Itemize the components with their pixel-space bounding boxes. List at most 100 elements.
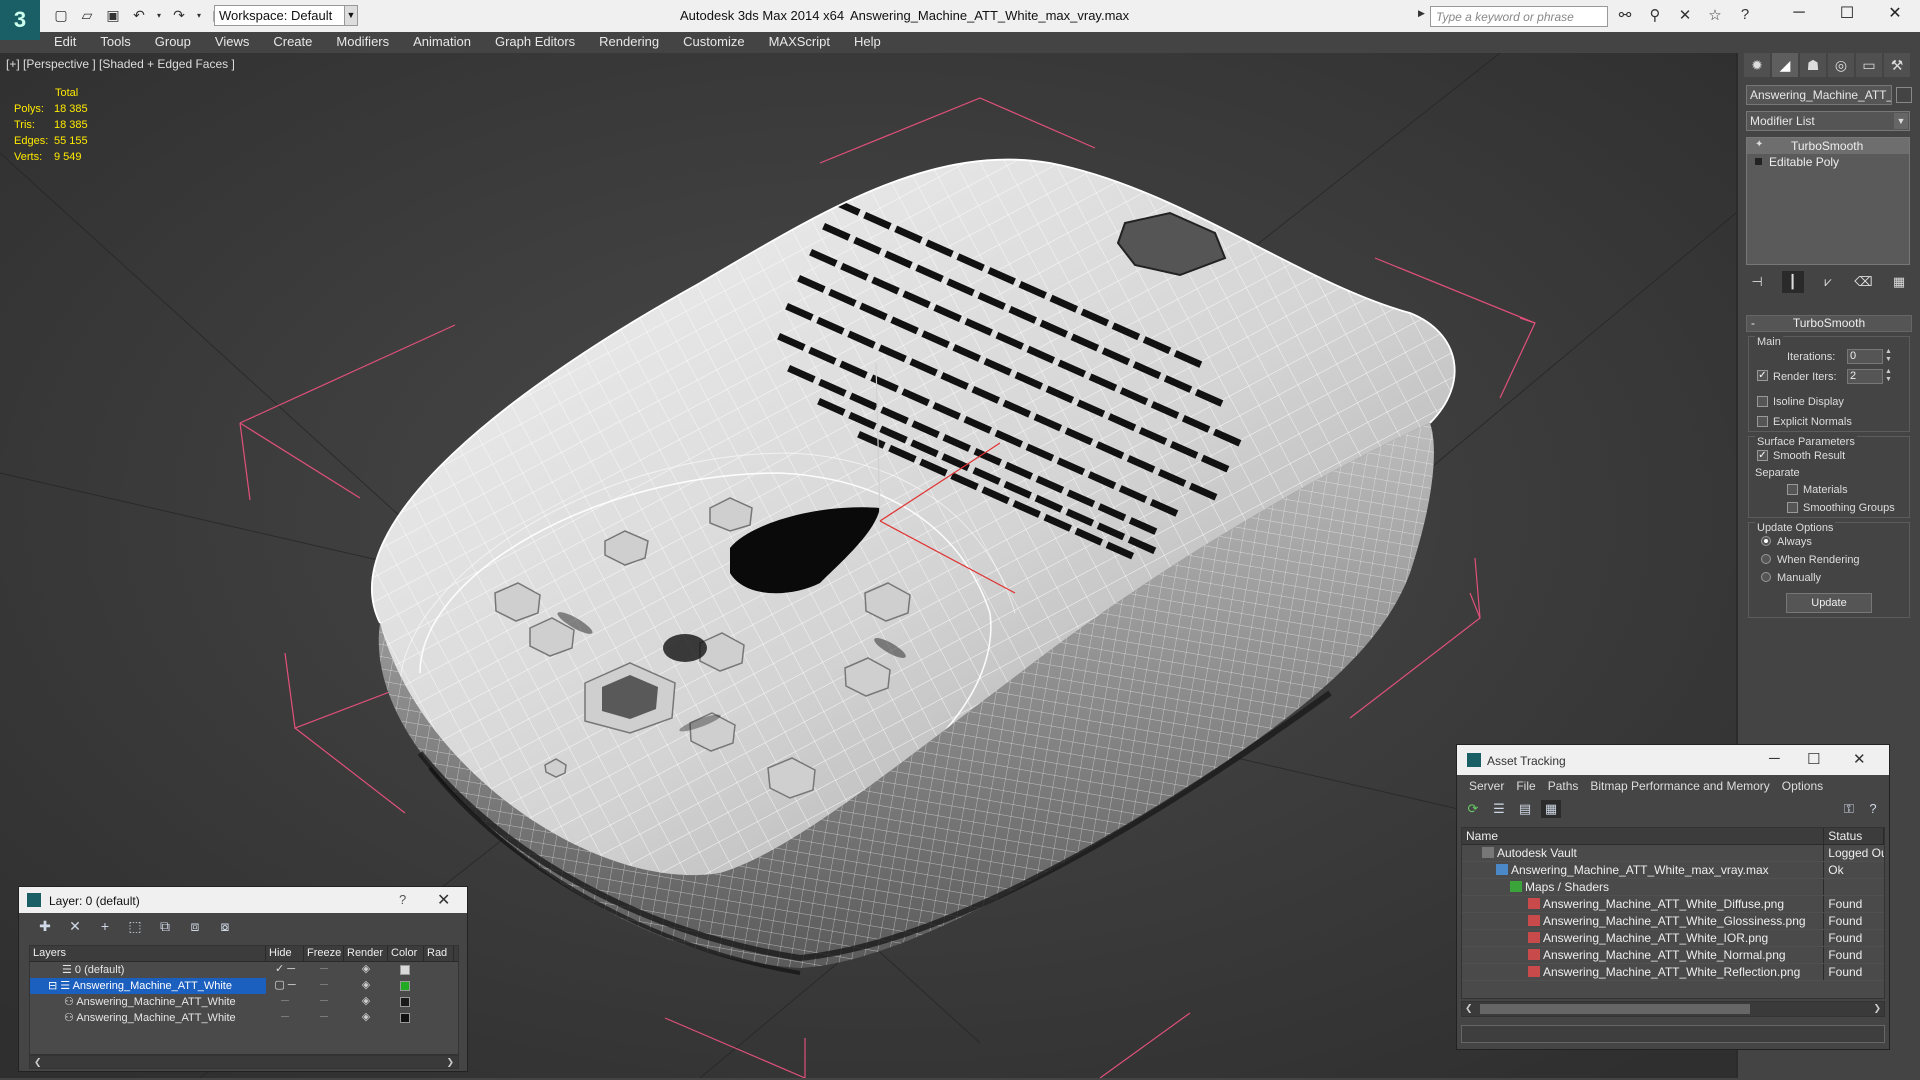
update-button[interactable]: Update bbox=[1786, 593, 1872, 613]
menu-maxscript[interactable]: MAXScript bbox=[757, 32, 842, 53]
render-toggle-icon[interactable]: ◈ bbox=[344, 978, 388, 994]
asset-row[interactable]: Answering_Machine_ATT_White_Normal.png F… bbox=[1462, 947, 1884, 964]
create-tab-icon[interactable]: ✹ bbox=[1744, 53, 1770, 77]
render-toggle-icon[interactable]: ◈ bbox=[344, 994, 388, 1010]
open-file-icon[interactable]: ▱ bbox=[76, 4, 98, 26]
minimize-icon[interactable]: ─ bbox=[1769, 750, 1780, 767]
object-color-swatch[interactable] bbox=[1896, 87, 1912, 103]
asset-menu-server[interactable]: Server bbox=[1463, 779, 1510, 793]
layer-row[interactable]: ⊟ ☰ Answering_Machine_ATT_White ▢ ─ ─ ◈ bbox=[30, 978, 458, 994]
asset-row[interactable]: Answering_Machine_ATT_White_Diffuse.png … bbox=[1462, 896, 1884, 913]
col-status[interactable]: Status bbox=[1824, 828, 1884, 844]
rollout-header[interactable]: - TurboSmooth bbox=[1746, 315, 1912, 332]
col-freeze[interactable]: Freeze bbox=[304, 946, 344, 961]
menu-customize[interactable]: Customize bbox=[671, 32, 756, 53]
list-view-icon[interactable]: ☰ bbox=[1489, 800, 1509, 818]
undo-dropdown-icon[interactable]: ▾ bbox=[154, 4, 164, 26]
modify-tab-icon[interactable]: ◢ bbox=[1772, 53, 1798, 77]
menu-help[interactable]: Help bbox=[842, 32, 893, 53]
collapse-icon[interactable]: - bbox=[1751, 316, 1755, 331]
scroll-left-icon[interactable]: ❮ bbox=[1465, 1003, 1473, 1014]
menu-edit[interactable]: Edit bbox=[40, 32, 88, 53]
menu-graph-editors[interactable]: Graph Editors bbox=[483, 32, 587, 53]
pin-stack-icon[interactable]: ⊣ bbox=[1746, 271, 1768, 293]
new-file-icon[interactable]: ▢ bbox=[50, 4, 72, 26]
table-view-icon[interactable]: ▦ bbox=[1541, 800, 1561, 818]
menu-modifiers[interactable]: Modifiers bbox=[324, 32, 401, 53]
asset-path-field[interactable] bbox=[1461, 1025, 1885, 1043]
layer-color-swatch[interactable] bbox=[400, 997, 410, 1007]
asset-menu-paths[interactable]: Paths bbox=[1542, 779, 1585, 793]
thumbnail-view-icon[interactable]: ▤ bbox=[1515, 800, 1535, 818]
layer-horizontal-scrollbar[interactable]: ❮ ❯ bbox=[29, 1055, 459, 1069]
subscription-icon[interactable]: ⚲ bbox=[1644, 6, 1666, 26]
viewport-label[interactable]: [+] [Perspective ] [Shaded + Edged Faces… bbox=[6, 57, 235, 71]
display-tab-icon[interactable]: ▭ bbox=[1856, 53, 1882, 77]
scroll-right-icon[interactable]: ❯ bbox=[1873, 1003, 1881, 1014]
select-objects-icon[interactable]: ⬚ bbox=[123, 915, 147, 937]
close-icon[interactable]: ✕ bbox=[1871, 0, 1919, 26]
hide-toggle[interactable]: ─ bbox=[266, 1010, 304, 1026]
hide-toggle[interactable]: ▢ ─ bbox=[266, 978, 304, 994]
render-iters-spin-arrows-icon[interactable]: ▲ ▼ bbox=[1885, 368, 1892, 384]
hide-toggle[interactable]: ─ bbox=[266, 994, 304, 1010]
redo-icon[interactable]: ↷ bbox=[168, 4, 190, 26]
menu-tools[interactable]: Tools bbox=[88, 32, 142, 53]
object-name-input[interactable]: Answering_Machine_ATT_Wh bbox=[1746, 85, 1892, 105]
hierarchy-tab-icon[interactable]: ☗ bbox=[1800, 53, 1826, 77]
search-input[interactable]: Type a keyword or phrase bbox=[1430, 6, 1608, 27]
asset-help-icon[interactable]: ? bbox=[1863, 800, 1883, 818]
materials-checkbox[interactable] bbox=[1787, 484, 1798, 495]
asset-menu-bitmap-performance[interactable]: Bitmap Performance and Memory bbox=[1584, 779, 1775, 793]
select-layer-icon[interactable]: ⧉ bbox=[153, 915, 177, 937]
motion-tab-icon[interactable]: ◎ bbox=[1828, 53, 1854, 77]
search-expand-icon[interactable]: ▶ bbox=[1418, 8, 1425, 19]
scroll-left-icon[interactable]: ❮ bbox=[34, 1057, 42, 1068]
layer-row[interactable]: ⚇ Answering_Machine_ATT_White ─ ─ ◈ bbox=[30, 1010, 458, 1026]
hide-freeze-all-icon[interactable]: ⧇ bbox=[213, 915, 237, 937]
freeze-toggle[interactable]: ─ bbox=[304, 978, 344, 994]
explicit-normals-checkbox[interactable] bbox=[1757, 416, 1768, 427]
render-toggle-icon[interactable]: ◈ bbox=[344, 1010, 388, 1026]
save-file-icon[interactable]: ▣ bbox=[102, 4, 124, 26]
configure-sets-icon[interactable]: ▦ bbox=[1888, 271, 1910, 293]
render-iters-spinner[interactable]: 2 bbox=[1847, 369, 1883, 384]
minimize-icon[interactable]: ─ bbox=[1775, 0, 1823, 26]
col-layers[interactable]: Layers bbox=[30, 946, 266, 961]
layer-row[interactable]: ⚇ Answering_Machine_ATT_White ─ ─ ◈ bbox=[30, 994, 458, 1010]
asset-row[interactable]: Answering_Machine_ATT_White_Glossiness.p… bbox=[1462, 913, 1884, 930]
layer-row[interactable]: ☰ 0 (default) ✓ ─ ─ ◈ bbox=[30, 962, 458, 978]
asset-menu-options[interactable]: Options bbox=[1776, 779, 1829, 793]
col-name[interactable]: Name bbox=[1462, 828, 1825, 844]
asset-menu-file[interactable]: File bbox=[1510, 779, 1541, 793]
render-iters-checkbox[interactable]: ✓ bbox=[1757, 370, 1768, 381]
menu-animation[interactable]: Animation bbox=[401, 32, 483, 53]
maximize-icon[interactable]: ☐ bbox=[1807, 750, 1820, 768]
add-to-layer-icon[interactable]: + bbox=[93, 915, 117, 937]
create-layer-icon[interactable]: ✚ bbox=[33, 915, 57, 937]
layer-window-titlebar[interactable]: Layer: 0 (default) ? ✕ bbox=[19, 887, 467, 913]
delete-layer-icon[interactable]: ✕ bbox=[63, 915, 87, 937]
chevron-down-icon[interactable]: ▼ bbox=[1894, 113, 1908, 129]
vault-login-icon[interactable]: ⚿ bbox=[1839, 800, 1859, 818]
iterations-spinner[interactable]: 0 bbox=[1847, 349, 1883, 364]
smooth-result-checkbox[interactable]: ✓ bbox=[1757, 450, 1768, 461]
isoline-checkbox[interactable] bbox=[1757, 396, 1768, 407]
menu-views[interactable]: Views bbox=[203, 32, 261, 53]
expand-square-icon[interactable] bbox=[1755, 158, 1762, 165]
col-hide[interactable]: Hide bbox=[266, 946, 304, 961]
iterations-spin-arrows-icon[interactable]: ▲ ▼ bbox=[1885, 348, 1892, 364]
utilities-tab-icon[interactable]: ⚒ bbox=[1884, 53, 1910, 77]
app-logo-icon[interactable]: 3 bbox=[0, 0, 40, 40]
col-radiosity[interactable]: Rad bbox=[424, 946, 454, 961]
render-toggle-icon[interactable]: ◈ bbox=[344, 962, 388, 978]
menu-create[interactable]: Create bbox=[261, 32, 324, 53]
layer-color-swatch[interactable] bbox=[400, 981, 410, 991]
col-render[interactable]: Render bbox=[344, 946, 388, 961]
col-color[interactable]: Color bbox=[388, 946, 424, 961]
asset-row[interactable]: Autodesk Vault Logged Ou bbox=[1462, 845, 1884, 862]
modifier-list-dropdown[interactable]: Modifier List bbox=[1746, 111, 1910, 131]
smoothing-groups-checkbox[interactable] bbox=[1787, 502, 1798, 513]
asset-row[interactable]: Answering_Machine_ATT_White_IOR.png Foun… bbox=[1462, 930, 1884, 947]
asset-horizontal-scrollbar[interactable]: ❮ ❯ bbox=[1461, 1001, 1885, 1017]
